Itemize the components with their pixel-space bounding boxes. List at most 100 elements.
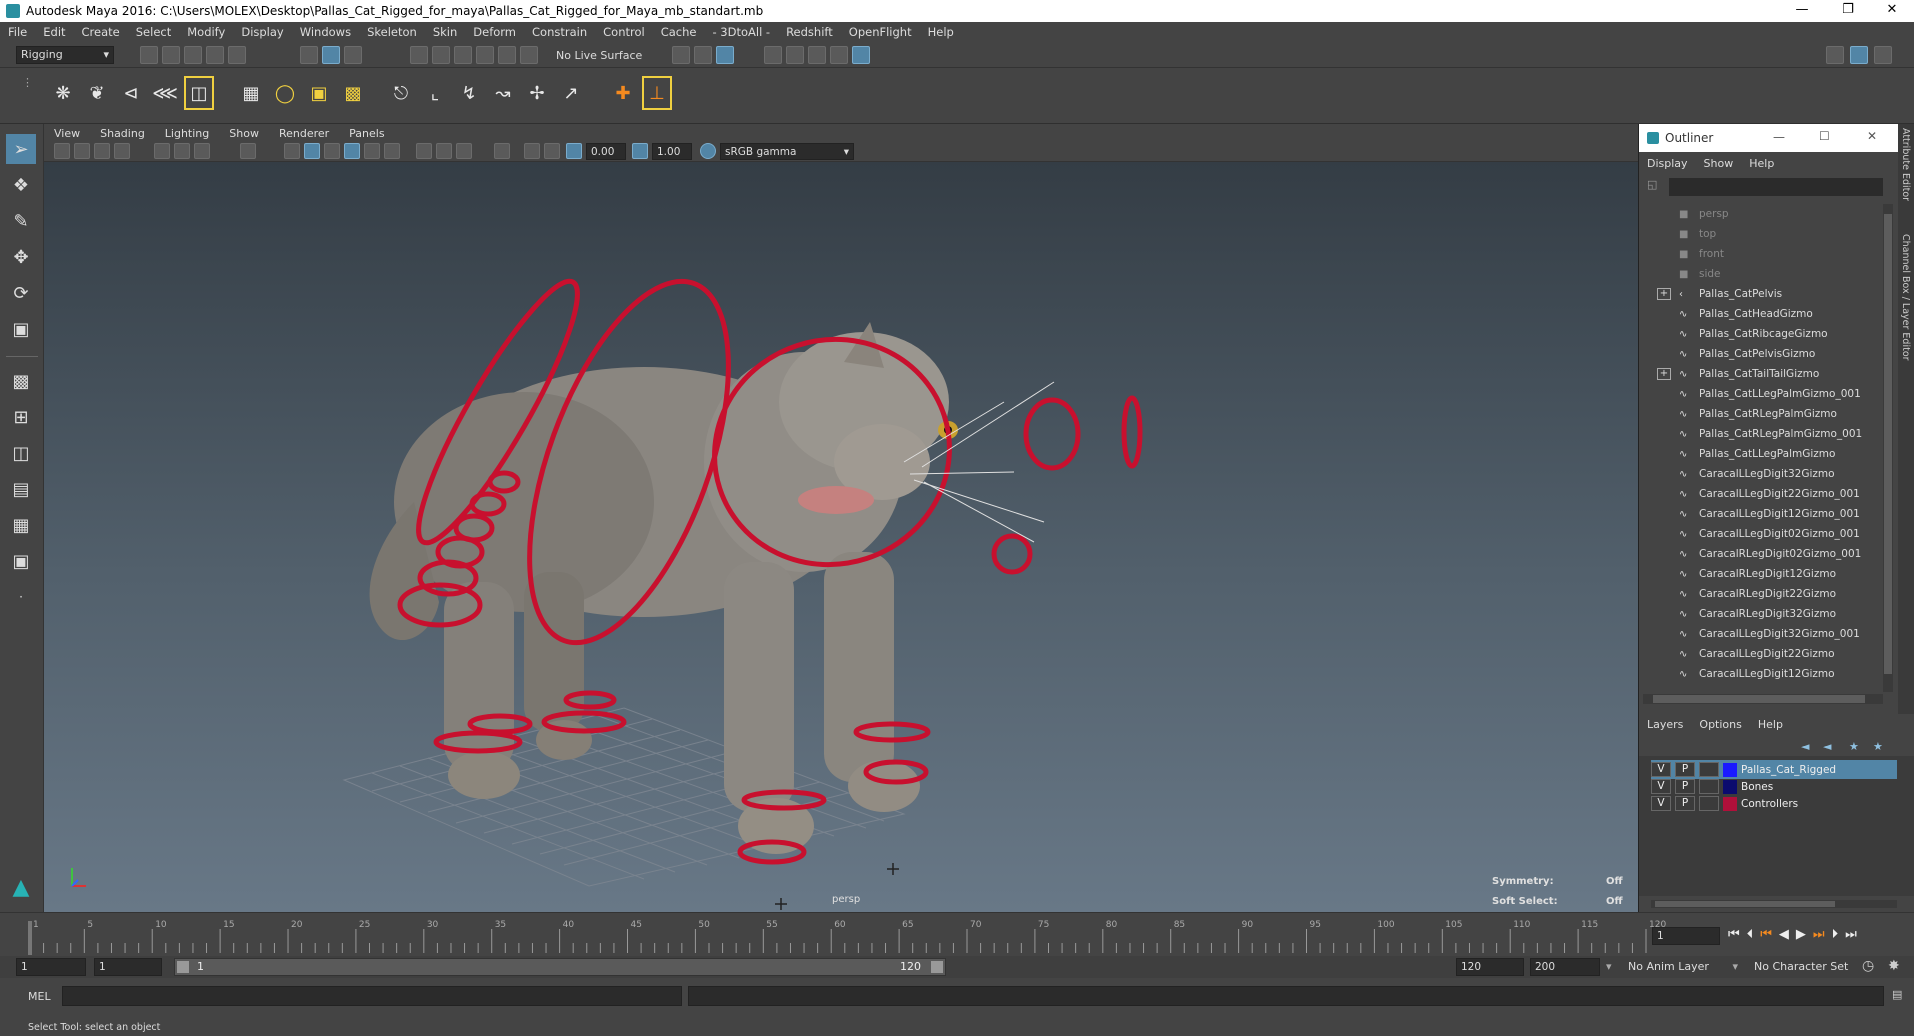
outliner-item[interactable]: ∿ CaracalRLegDigit32Gizmo: [1643, 604, 1883, 624]
step-forward-frame-icon[interactable]: ⏵: [1832, 927, 1846, 942]
outliner-item[interactable]: ∿ CaracalLLegDigit02Gizmo_001: [1643, 524, 1883, 544]
menu-edit[interactable]: Edit: [35, 25, 73, 39]
shelf-options-icon[interactable]: ⋮: [22, 76, 33, 112]
render-view-icon[interactable]: [808, 46, 826, 64]
wireframe-icon[interactable]: [284, 143, 300, 159]
ipr-render-icon[interactable]: [786, 46, 804, 64]
outliner-item[interactable]: ∿ CaracalLLegDigit12Gizmo_001: [1643, 504, 1883, 524]
layer-color-swatch[interactable]: [1723, 762, 1737, 777]
animation-prefs-icon[interactable]: ✸: [1888, 958, 1900, 974]
select-object-icon[interactable]: [322, 46, 340, 64]
isolate-select-icon[interactable]: [494, 143, 510, 159]
layer-visibility-toggle[interactable]: V: [1651, 779, 1671, 794]
smooth-shade-icon[interactable]: [304, 143, 320, 159]
joint-tool-icon[interactable]: ❋: [48, 76, 78, 110]
select-tool-icon[interactable]: ➢: [6, 134, 36, 164]
menu-select[interactable]: Select: [128, 25, 179, 39]
construction-history-icon[interactable]: [694, 46, 712, 64]
scale-constraint-icon[interactable]: ↝: [488, 76, 518, 110]
time-slider[interactable]: 1 5 10 15 20 25 30 35 40 45 50 55 60 65 70 75 80 85 90 95 10…: [0, 912, 1914, 956]
go-to-start-icon[interactable]: ⏮: [1728, 927, 1747, 942]
menu-3dtoall[interactable]: - 3DtoAll -: [704, 25, 778, 39]
outliner-persp-layout-icon[interactable]: ▤: [6, 474, 36, 504]
exposure-field[interactable]: 0.00: [586, 143, 626, 160]
select-hierarchy-icon[interactable]: [300, 46, 318, 64]
layer-color-swatch[interactable]: [1723, 796, 1737, 811]
outliner-item[interactable]: ■ top: [1643, 224, 1883, 244]
ambient-occlusion-icon[interactable]: [416, 143, 432, 159]
layers-menu-help[interactable]: Help: [1750, 718, 1791, 736]
outliner-item[interactable]: ■ side: [1643, 264, 1883, 284]
color-space-dropdown[interactable]: sRGB gamma ▾: [720, 143, 854, 160]
new-layer-icon[interactable]: ★: [1849, 740, 1863, 754]
expand-icon[interactable]: +: [1657, 288, 1671, 300]
outliner-hscrollbar[interactable]: [1643, 694, 1883, 704]
restore-icon[interactable]: ❐: [1826, 0, 1870, 22]
viewport-menu-lighting[interactable]: Lighting: [155, 127, 219, 140]
ik-handle-icon[interactable]: ❦: [82, 76, 112, 110]
graph-persp-layout-icon[interactable]: ▦: [6, 510, 36, 540]
scale-tool-icon[interactable]: ▣: [6, 314, 36, 344]
resolution-gate-icon[interactable]: [194, 143, 210, 159]
gamma-icon[interactable]: [632, 143, 648, 159]
range-slider[interactable]: 1 120: [174, 958, 946, 976]
point-constraint-icon[interactable]: ⌞: [420, 76, 450, 110]
snap-curve-icon[interactable]: [432, 46, 450, 64]
live-surface-label[interactable]: No Live Surface: [556, 49, 642, 62]
camera-attributes-icon[interactable]: [74, 143, 90, 159]
expand-icon[interactable]: +: [1657, 368, 1671, 380]
menu-deform[interactable]: Deform: [465, 25, 524, 39]
bind-skin-icon[interactable]: ▦: [236, 76, 266, 110]
playback-end-field[interactable]: 120: [1456, 958, 1524, 976]
film-gate-icon[interactable]: [174, 143, 190, 159]
viewport-menu-shading[interactable]: Shading: [90, 127, 155, 140]
save-scene-icon[interactable]: [184, 46, 202, 64]
outliner-item[interactable]: ∿ CaracalRLegDigit02Gizmo_001: [1643, 544, 1883, 564]
layer-playback-toggle[interactable]: P: [1675, 796, 1695, 811]
paint-select-icon[interactable]: ✎: [6, 206, 36, 236]
exposure-icon[interactable]: [566, 143, 582, 159]
outliner-item[interactable]: ∿ CaracalLLegDigit32Gizmo_001: [1643, 624, 1883, 644]
step-back-frame-icon[interactable]: ⏴: [1747, 927, 1761, 942]
layout-more-icon[interactable]: ·: [6, 582, 36, 612]
outliner-item[interactable]: ∿ Pallas_CatRLegPalmGizmo: [1643, 404, 1883, 424]
close-icon[interactable]: ✕: [1870, 0, 1914, 22]
viewport-menu-view[interactable]: View: [44, 127, 90, 140]
anti-alias-icon[interactable]: [456, 143, 472, 159]
play-backwards-icon[interactable]: ◀: [1779, 927, 1796, 942]
go-to-end-icon[interactable]: ⏭: [1845, 927, 1864, 942]
xray-joints-icon[interactable]: [544, 143, 560, 159]
move-layer-down-icon[interactable]: ◄: [1823, 740, 1837, 754]
four-pane-layout-icon[interactable]: ⊞: [6, 402, 36, 432]
rotate-tool-icon[interactable]: ⟳: [6, 278, 36, 308]
menu-constrain[interactable]: Constrain: [524, 25, 595, 39]
snap-grid-icon[interactable]: [410, 46, 428, 64]
workspace-icon[interactable]: [1826, 46, 1844, 64]
layer-visibility-toggle[interactable]: V: [1651, 796, 1671, 811]
snap-magnet-icon[interactable]: [520, 46, 538, 64]
color-management-icon[interactable]: [700, 143, 716, 159]
viewport-menu-show[interactable]: Show: [219, 127, 269, 140]
move-tool-icon[interactable]: ✥: [6, 242, 36, 272]
orient-joint-icon[interactable]: ◫: [184, 76, 214, 110]
menuset-dropdown[interactable]: Rigging ▾: [16, 46, 114, 64]
outliner-item[interactable]: ∿ Pallas_CatRLegPalmGizmo_001: [1643, 424, 1883, 444]
time-ruler[interactable]: 1 5 10 15 20 25 30 35 40 45 50 55 60 65 70 75 80 85 90 95 10…: [28, 913, 1668, 957]
wrap-deformer-icon[interactable]: ▩: [338, 76, 368, 110]
outliner-menu-help[interactable]: Help: [1741, 157, 1782, 170]
snap-view-icon[interactable]: [476, 46, 494, 64]
locator-icon[interactable]: ✚: [608, 76, 638, 110]
move-layer-up-icon[interactable]: ◄: [1801, 740, 1815, 754]
cluster-icon[interactable]: ▣: [304, 76, 334, 110]
undo-icon[interactable]: [206, 46, 224, 64]
attribute-editor-tab[interactable]: Attribute Editor: [1900, 128, 1911, 201]
hypershade-persp-layout-icon[interactable]: ▣: [6, 546, 36, 576]
menu-create[interactable]: Create: [74, 25, 128, 39]
safe-action-icon[interactable]: [240, 143, 256, 159]
step-forward-key-icon[interactable]: ⏭: [1813, 927, 1832, 942]
outliner-item[interactable]: ∿ Pallas_CatLLegPalmGizmo_001: [1643, 384, 1883, 404]
lasso-tool-icon[interactable]: ❖: [6, 170, 36, 200]
hypershade-icon[interactable]: [830, 46, 848, 64]
redo-icon[interactable]: [228, 46, 246, 64]
wireframe-on-shaded-icon[interactable]: [324, 143, 340, 159]
